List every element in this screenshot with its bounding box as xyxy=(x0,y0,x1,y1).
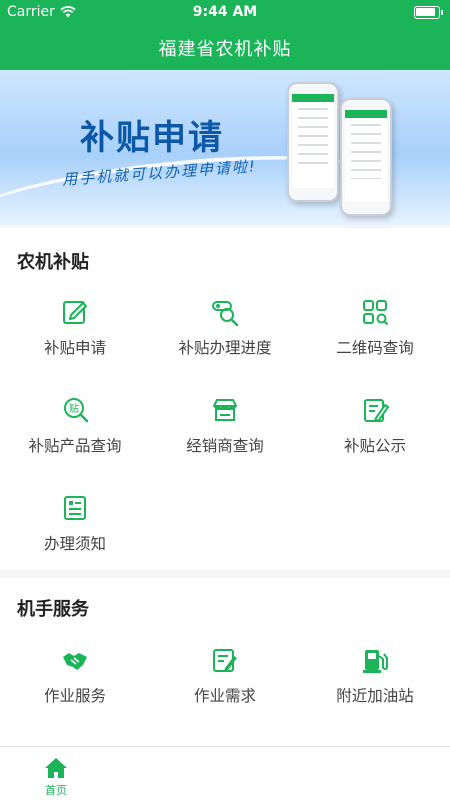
page-title: 福建省农机补贴 xyxy=(158,39,292,60)
edit-icon xyxy=(63,301,87,324)
section-title: 农机补贴 xyxy=(17,252,89,273)
demand-icon xyxy=(213,649,237,672)
bottom-tab-bar: 首页 xyxy=(0,746,450,800)
handshake-icon xyxy=(63,653,87,670)
tab-home[interactable]: 首页 xyxy=(28,757,84,798)
phone-illustration xyxy=(287,82,339,202)
battery-icon xyxy=(414,6,443,19)
status-bar: Carrier 9:44 AM xyxy=(0,0,450,24)
gas-station-icon xyxy=(363,650,388,673)
grid-item-dealer-query[interactable]: 经销商查询 xyxy=(150,396,300,456)
document-icon xyxy=(64,496,86,520)
banner-title: 补贴申请 xyxy=(80,118,224,158)
home-icon xyxy=(45,758,67,778)
grid-item-work-service[interactable]: 作业服务 xyxy=(0,646,150,706)
grid-item-label: 补贴公示 xyxy=(343,437,406,455)
grid-item-label: 补贴产品查询 xyxy=(28,437,122,455)
promo-banner[interactable]: 补贴申请 用手机就可以办理申请啦! xyxy=(0,70,450,225)
grid-item-qr-query[interactable]: 二维码查询 xyxy=(300,298,450,358)
section-subsidy: 农机补贴 补贴申请 补贴办理进度 二维码查询 贴 补贴产品查询 经销商查询 补贴… xyxy=(0,228,450,570)
grid-item-label: 补贴办理进度 xyxy=(178,339,272,357)
app-header: Carrier 9:44 AM 福建省农机补贴 xyxy=(0,0,450,70)
grid-item-gas-station[interactable]: 附近加油站 xyxy=(300,646,450,706)
status-time: 9:44 AM xyxy=(192,4,258,20)
qr-code-icon xyxy=(363,300,389,326)
grid-item-work-demand[interactable]: 作业需求 xyxy=(150,646,300,706)
grid-item-label: 办理须知 xyxy=(43,535,106,553)
grid-item-handling-notice[interactable]: 办理须知 xyxy=(0,494,150,554)
grid-item-label: 作业需求 xyxy=(193,687,256,705)
grid-item-label: 作业服务 xyxy=(43,687,106,705)
search-progress-icon xyxy=(212,301,239,326)
grid-item-product-query[interactable]: 贴 补贴产品查询 xyxy=(0,396,150,456)
notice-icon xyxy=(364,399,389,422)
grid-item-label: 经销商查询 xyxy=(186,437,264,455)
section-operator-service: 机手服务 作业服务 作业需求 附近加油站 xyxy=(0,578,450,746)
grid-item-label: 附近加油站 xyxy=(336,687,414,705)
svg-text:贴: 贴 xyxy=(69,402,79,415)
subsidy-search-icon: 贴 xyxy=(64,398,89,423)
grid-item-label: 补贴申请 xyxy=(43,339,106,357)
grid-item-subsidy-progress[interactable]: 补贴办理进度 xyxy=(150,298,300,358)
section-title: 机手服务 xyxy=(17,599,89,620)
grid-item-label: 二维码查询 xyxy=(336,339,414,357)
tab-label: 首页 xyxy=(45,784,67,797)
phone-illustration xyxy=(340,98,392,216)
banner-subtitle: 用手机就可以办理申请啦! xyxy=(61,157,258,189)
grid-item-subsidy-notice[interactable]: 补贴公示 xyxy=(300,396,450,456)
grid-item-subsidy-apply[interactable]: 补贴申请 xyxy=(0,298,150,358)
shop-icon xyxy=(213,399,237,421)
